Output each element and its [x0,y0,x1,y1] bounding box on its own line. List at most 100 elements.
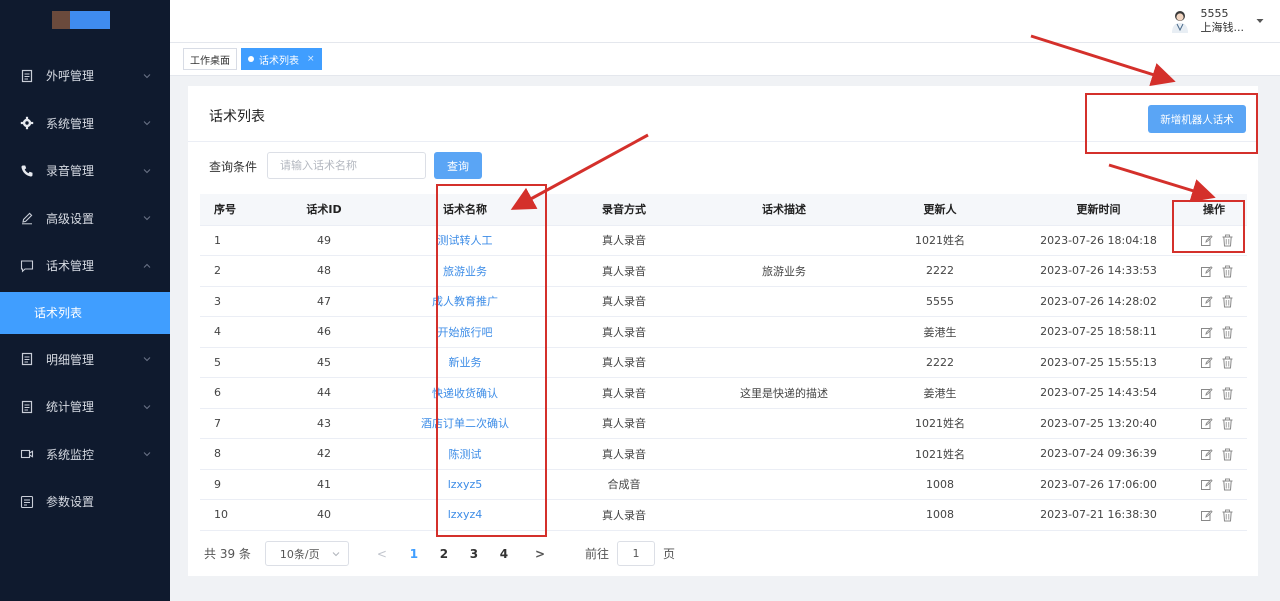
table-row: 1 49 测试转人工 真人录音 1021姓名 2023-07-26 18:04:18 [200,225,1247,256]
sidebar-item-script[interactable]: 话术管理 [0,242,170,290]
column-header: 更新时间 [1016,194,1181,226]
cell-updated-time: 2023-07-21 16:38:30 [1016,499,1181,531]
tab-workspace[interactable]: 工作桌面 [183,48,237,70]
close-icon[interactable]: × [307,54,315,64]
cell-updated-by: 2222 [864,255,1016,287]
script-name-link[interactable]: 开始旅行吧 [386,316,544,348]
cell-record-mode: 真人录音 [544,316,704,348]
delete-icon[interactable] [1217,264,1238,277]
cell-description [704,469,864,500]
sidebar-item-statistics[interactable]: 统计管理 [0,383,170,431]
page-size-value: 10条/页 [279,547,320,561]
cell-operations [1181,408,1247,439]
table-row: 5 45 新业务 真人录音 2222 2023-07-25 15:55:13 [200,347,1247,378]
cell-updated-time: 2023-07-26 14:33:53 [1016,255,1181,287]
cell-script-id: 44 [262,377,386,409]
cell-updated-time: 2023-07-26 18:04:18 [1016,225,1181,256]
cell-record-mode: 真人录音 [544,438,704,470]
table-row: 9 41 lzxyz5 合成音 1008 2023-07-26 17:06:00 [200,469,1247,500]
delete-icon[interactable] [1217,295,1238,308]
query-button[interactable]: 查询 [434,152,482,179]
sidebar-subitem-script-list[interactable]: 话术列表 [0,291,170,334]
sidebar-item-advanced[interactable]: 高级设置 [0,195,170,243]
sidebar-item-params[interactable]: 参数设置 [0,478,170,526]
edit-icon[interactable] [1196,295,1217,308]
cell-index: 5 [200,347,262,378]
script-name-link[interactable]: 成人教育推广 [386,286,544,317]
edit-icon[interactable] [1196,264,1217,277]
cell-operations [1181,286,1247,317]
prev-page-button[interactable]: < [377,547,387,561]
document-icon [20,400,34,414]
script-name-link[interactable]: 测试转人工 [386,225,544,256]
sidebar-item-label: 统计管理 [46,400,95,415]
sidebar-item-system[interactable]: 系统管理 [0,100,170,148]
script-name-link[interactable]: 新业务 [386,347,544,378]
cell-updated-by: 1021姓名 [864,438,1016,470]
page-number[interactable]: 2 [429,547,459,561]
delete-icon[interactable] [1217,417,1238,430]
edit-icon[interactable] [1196,508,1217,521]
goto-unit: 页 [662,547,675,561]
sidebar-item-detail[interactable]: 明细管理 [0,336,170,384]
edit-icon[interactable] [1196,417,1217,430]
sidebar-item-outbound[interactable]: 外呼管理 [0,52,170,100]
script-name-link[interactable]: 陈测试 [386,438,544,470]
page-number[interactable]: 4 [489,547,519,561]
column-header: 话术名称 [386,194,544,226]
sidebar-item-recording[interactable]: 录音管理 [0,147,170,195]
cell-updated-by: 姜港生 [864,316,1016,348]
page-number[interactable]: 3 [459,547,489,561]
cell-updated-time: 2023-07-26 17:06:00 [1016,469,1181,500]
edit-icon[interactable] [1196,386,1217,399]
column-header: 录音方式 [544,194,704,226]
column-header: 话术描述 [704,194,864,226]
sidebar-item-label: 话术管理 [46,259,95,274]
chevron-down-icon [143,216,151,221]
delete-icon[interactable] [1217,478,1238,491]
table-row: 10 40 lzxyz4 真人录音 1008 2023-07-21 16:38:30 [200,499,1247,531]
caret-down-icon[interactable] [1256,17,1264,25]
cell-description [704,408,864,439]
tab-script-list[interactable]: 话术列表 × [241,48,322,70]
edit-icon[interactable] [1196,325,1217,338]
goto-page-input[interactable]: 1 [616,541,655,566]
delete-icon[interactable] [1217,325,1238,338]
cell-updated-by: 5555 [864,286,1016,317]
cell-updated-by: 姜港生 [864,377,1016,409]
cell-script-id: 41 [262,469,386,500]
delete-icon[interactable] [1217,386,1238,399]
edit-icon[interactable] [1196,478,1217,491]
edit-icon[interactable] [1196,234,1217,247]
cell-operations [1181,225,1247,256]
delete-icon[interactable] [1217,508,1238,521]
table-row: 4 46 开始旅行吧 真人录音 姜港生 2023-07-25 18:58:11 [200,316,1247,348]
sidebar-item-label: 系统管理 [46,116,95,131]
table-row: 8 42 陈测试 真人录音 1021姓名 2023-07-24 09:36:39 [200,438,1247,470]
edit-icon[interactable] [1196,356,1217,369]
script-name-link[interactable]: lzxyz4 [386,499,544,531]
edit-icon[interactable] [1196,447,1217,460]
page-size-select[interactable]: 10条/页 [264,541,349,566]
goto-label: 前往 [584,547,609,561]
sidebar-item-label: 外呼管理 [46,69,95,84]
delete-icon[interactable] [1217,234,1238,247]
cell-script-id: 42 [262,438,386,470]
page-number[interactable]: 1 [399,547,429,561]
column-header: 更新人 [864,194,1016,226]
delete-icon[interactable] [1217,447,1238,460]
script-name-link[interactable]: 酒店订单二次确认 [386,408,544,439]
delete-icon[interactable] [1217,356,1238,369]
add-robot-script-button[interactable]: 新增机器人话术 [1148,105,1246,133]
script-name-link[interactable]: 快递收货确认 [386,377,544,409]
cell-script-id: 48 [262,255,386,287]
next-page-button[interactable]: > [525,547,555,561]
document-icon [20,352,34,366]
avatar [1171,11,1188,33]
script-name-link[interactable]: lzxyz5 [386,469,544,500]
script-name-link[interactable]: 旅游业务 [386,255,544,287]
sidebar-item-monitor[interactable]: 系统监控 [0,431,170,479]
search-input[interactable] [267,152,426,179]
cell-updated-by: 1008 [864,469,1016,500]
user-menu[interactable]: 5555 上海钱... [1169,7,1265,35]
